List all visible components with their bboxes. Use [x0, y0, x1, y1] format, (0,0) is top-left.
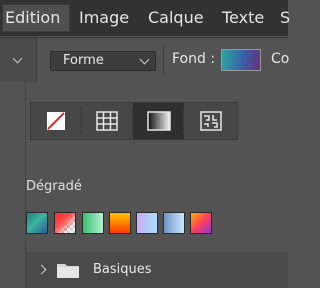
menu-s[interactable]: S [280, 5, 290, 31]
options-bar: Forme Fond : Co [0, 37, 290, 82]
divider [36, 38, 37, 82]
fill-panel: Dégradé Basiques [0, 82, 288, 288]
menu-edition[interactable]: Edition [2, 4, 70, 32]
menu-texte[interactable]: Texte [222, 5, 264, 31]
chevron-down-icon [12, 53, 23, 64]
menu-bar: Edition Image Calque Texte S [0, 0, 290, 36]
solid-color-button[interactable] [82, 103, 133, 139]
gradient-swatch-6[interactable] [163, 212, 185, 234]
fill-color-swatch[interactable] [221, 49, 261, 71]
chevron-down-icon [139, 54, 150, 65]
fill-label: Fond : [172, 51, 216, 67]
gradient-swatch-4[interactable] [109, 212, 131, 234]
menu-image[interactable]: Image [79, 5, 129, 31]
no-fill-button[interactable] [31, 103, 82, 139]
pattern-button[interactable] [184, 103, 235, 139]
gradient-swatch-1[interactable] [26, 212, 48, 234]
gradient-folder-basiques[interactable]: Basiques [26, 252, 288, 288]
solid-color-grid-icon [96, 111, 118, 131]
stroke-label: Co [271, 51, 290, 67]
fill-type-buttons [30, 102, 238, 140]
shape-mode-select[interactable]: Forme [50, 51, 156, 71]
gradient-swatch-5[interactable] [136, 212, 158, 234]
no-fill-icon [47, 112, 65, 130]
folder-icon [57, 264, 79, 278]
gradient-icon [147, 111, 171, 131]
gradient-swatch-7[interactable] [190, 212, 212, 234]
gradient-swatch-2[interactable] [54, 212, 76, 234]
gradient-button[interactable] [133, 103, 184, 139]
divider [163, 46, 164, 74]
shape-mode-value: Forme [63, 53, 104, 68]
menu-calque[interactable]: Calque [148, 5, 204, 31]
folder-label: Basiques [93, 262, 152, 277]
pattern-icon [200, 111, 222, 131]
chevron-right-icon [36, 264, 47, 275]
gradient-section-title: Dégradé [26, 179, 82, 194]
gradient-swatch-3[interactable] [82, 212, 104, 234]
tool-preset-picker[interactable] [0, 38, 36, 82]
